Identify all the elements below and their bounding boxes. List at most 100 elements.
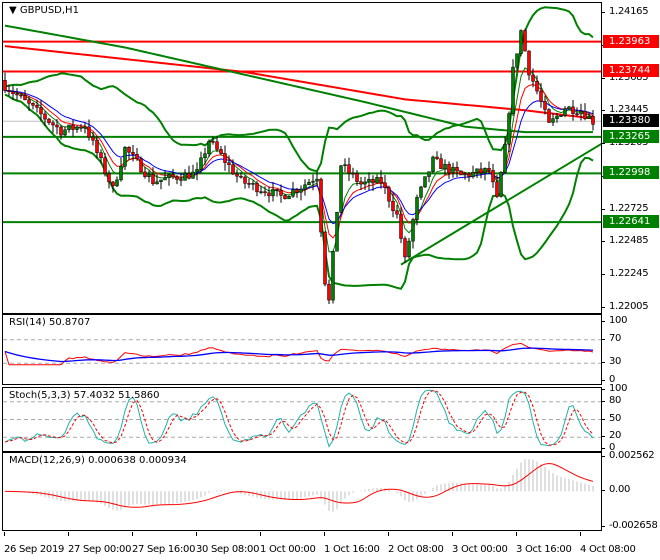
time-tick: 1 Oct 16:00 <box>324 532 380 555</box>
candle-body <box>375 177 379 184</box>
candle-body <box>391 200 395 211</box>
stoch-panel[interactable]: Stoch(5,3,3) 57.4032 51.5860 <box>2 387 602 452</box>
candle-body <box>339 165 343 213</box>
time-tick: 1 Oct 00:00 <box>260 532 316 555</box>
dropdown-triangle-icon[interactable]: ▼ <box>9 5 20 16</box>
candle-body <box>483 167 487 174</box>
rsi-panel[interactable]: RSI(14) 50.8707 <box>2 314 602 385</box>
candle-body <box>315 178 319 182</box>
price-chart-panel[interactable]: ▼ GBPUSD,H1 <box>2 2 602 314</box>
level-price-label: 1.23963 <box>603 34 659 48</box>
candle-body <box>347 164 351 174</box>
candle-body <box>175 176 179 180</box>
candle-body <box>115 179 119 187</box>
candle-body <box>103 157 107 174</box>
macd-tick: -0.002658 <box>601 520 658 531</box>
candle-body <box>187 173 191 179</box>
long-ma-red-line <box>4 45 594 120</box>
candle-body <box>283 195 287 200</box>
candle-body <box>223 153 227 163</box>
candle-body <box>311 180 315 183</box>
price-tick: 1.22245 <box>600 268 649 279</box>
tick-label: 30 <box>609 356 622 368</box>
candle-body <box>355 173 359 182</box>
tick-label: 50 <box>609 412 622 424</box>
candle-body <box>247 183 251 185</box>
candle-body <box>255 183 259 193</box>
candle-body <box>535 80 539 92</box>
candle-body <box>63 129 67 136</box>
time-tick: 26 Sep 2019 <box>4 532 65 555</box>
candle-body <box>183 173 187 181</box>
symbol-label: GBPUSD,H1 <box>19 5 79 16</box>
stoch-tick: 80 <box>600 395 621 406</box>
current-price-label: 1.23380 <box>603 114 659 128</box>
time-tick: 27 Sep 16:00 <box>132 532 196 555</box>
macd-axis: 0.002562 0.00 -0.002658 <box>600 450 660 531</box>
tick-label: 0.002562 <box>609 450 655 461</box>
candle-body <box>571 106 575 114</box>
candle-body <box>27 99 31 104</box>
macd-panel[interactable]: MACD(12,26,9) 0.000638 0.000934 <box>2 452 602 531</box>
candle-body <box>199 157 203 170</box>
candle-body <box>415 197 419 220</box>
candle-body <box>547 109 551 123</box>
candle-body <box>427 171 431 177</box>
macd-signal-line <box>4 463 594 508</box>
candle-body <box>543 101 547 110</box>
rsi-title: RSI(14) 50.8707 <box>9 317 91 328</box>
candle-body <box>207 141 211 154</box>
price-tick: 1.24165 <box>600 6 649 17</box>
candle-body <box>67 124 71 131</box>
candle-body <box>327 283 331 301</box>
candle-body <box>291 189 295 197</box>
candle-body <box>487 167 491 171</box>
stoch-tick: 20 <box>600 430 621 441</box>
candle-body <box>555 115 559 119</box>
candle-body <box>459 170 463 176</box>
candle-body <box>107 173 111 183</box>
candle-body <box>419 186 423 198</box>
price-tick: 1.22005 <box>600 301 649 312</box>
candle-body <box>563 108 567 116</box>
candle-body <box>323 231 327 285</box>
candle-body <box>259 191 263 193</box>
candle-body <box>423 176 427 188</box>
candle-body <box>367 179 371 183</box>
candle-body <box>499 172 503 197</box>
candle-body <box>167 174 171 179</box>
candle-body <box>131 152 135 155</box>
candle-body <box>503 143 507 173</box>
candle-body <box>475 168 479 173</box>
candle-body <box>79 126 83 129</box>
candle-body <box>411 219 415 242</box>
stoch-tick: 50 <box>600 412 622 424</box>
time-tick: 3 Oct 00:00 <box>452 532 508 555</box>
candle-body <box>307 182 311 186</box>
candle-body <box>443 164 447 170</box>
candle-body <box>559 115 563 117</box>
level-price-label: 1.23744 <box>603 64 659 78</box>
candle-body <box>331 250 335 301</box>
candle-body <box>587 115 591 119</box>
candle-body <box>119 165 123 181</box>
tick-label: 0.00 <box>609 484 631 496</box>
tick-label: 1.22725 <box>609 202 649 214</box>
candle-body <box>99 152 103 159</box>
candle-body <box>523 30 527 52</box>
price-tick: 1.22725 <box>600 202 649 214</box>
candle-body <box>451 166 455 174</box>
candle-body <box>467 173 471 177</box>
candle-body <box>23 95 27 101</box>
candle-body <box>395 210 399 215</box>
candle-body <box>407 240 411 258</box>
candle-body <box>519 30 523 55</box>
trend-line <box>400 142 601 266</box>
candle-body <box>295 189 299 193</box>
tick-label: 100 <box>609 315 628 326</box>
rsi-canvas <box>3 339 601 366</box>
candle-body <box>59 126 63 136</box>
stoch-axis: 100 80 50 20 0 <box>600 383 660 453</box>
candle-body <box>267 192 271 197</box>
candle-body <box>3 79 7 91</box>
